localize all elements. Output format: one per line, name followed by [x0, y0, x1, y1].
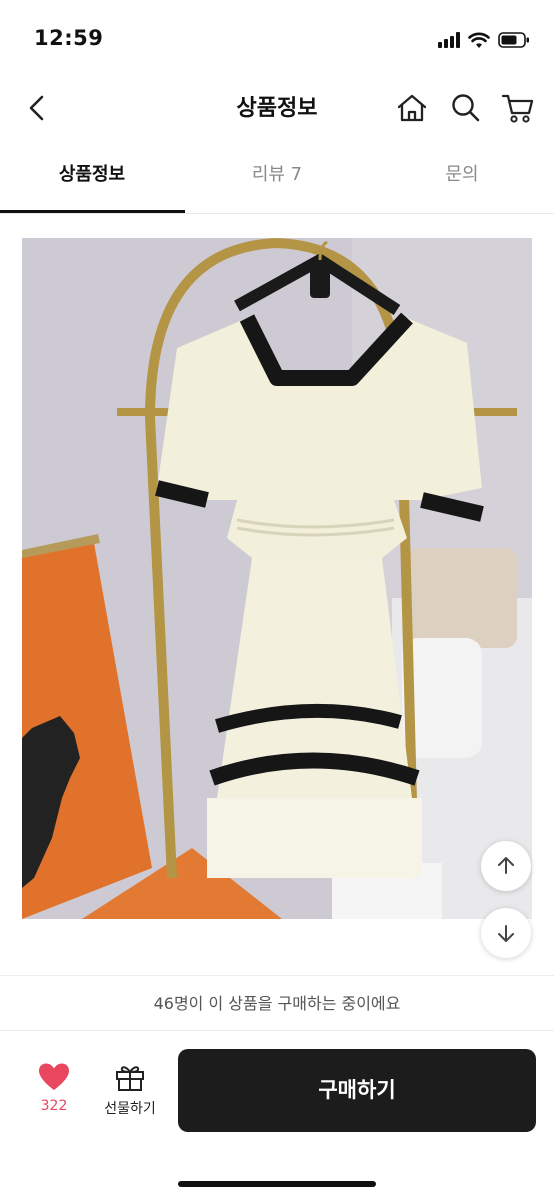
- scroll-up-icon: [498, 857, 514, 874]
- product-photo: [22, 238, 532, 919]
- home-icon: [397, 94, 427, 122]
- cart-button[interactable]: [498, 88, 538, 128]
- signal-icon: [438, 32, 460, 48]
- product-image: [22, 238, 532, 919]
- like-button[interactable]: 322: [22, 1062, 86, 1114]
- heart-icon: [39, 1063, 69, 1090]
- purchase-activity-notice: 46명이 이 상품을 구매하는 중이에요: [0, 975, 554, 1031]
- wifi-icon: [468, 32, 490, 48]
- tab-bar: 상품정보 리뷰 7 문의: [0, 146, 554, 214]
- active-tab-indicator: [0, 210, 185, 213]
- top-app-bar: 상품정보: [0, 80, 554, 136]
- tab-reviews[interactable]: 리뷰 7: [185, 146, 369, 212]
- status-time: 12:59: [34, 26, 104, 50]
- like-count: 322: [40, 1098, 68, 1114]
- tab-product-info[interactable]: 상품정보: [0, 146, 184, 212]
- battery-icon: [498, 32, 529, 48]
- scroll-down-button[interactable]: [481, 908, 531, 958]
- home-button[interactable]: [392, 88, 432, 128]
- home-indicator: [178, 1181, 376, 1187]
- status-bar: 12:59: [0, 0, 554, 80]
- gift-label: 선물하기: [104, 1101, 156, 1117]
- gift-button[interactable]: 선물하기: [94, 1062, 166, 1118]
- status-icons: [438, 28, 530, 52]
- cart-icon: [501, 94, 534, 123]
- scroll-up-button[interactable]: [481, 841, 531, 891]
- bottom-action-bar: 322 선물하기 구매하기: [0, 1032, 554, 1152]
- scroll-down-icon: [498, 925, 514, 942]
- buy-button[interactable]: 구매하기: [178, 1049, 536, 1132]
- tab-inquiry[interactable]: 문의: [370, 146, 554, 212]
- search-icon: [452, 94, 480, 122]
- gift-icon: [116, 1066, 144, 1091]
- search-button[interactable]: [446, 88, 486, 128]
